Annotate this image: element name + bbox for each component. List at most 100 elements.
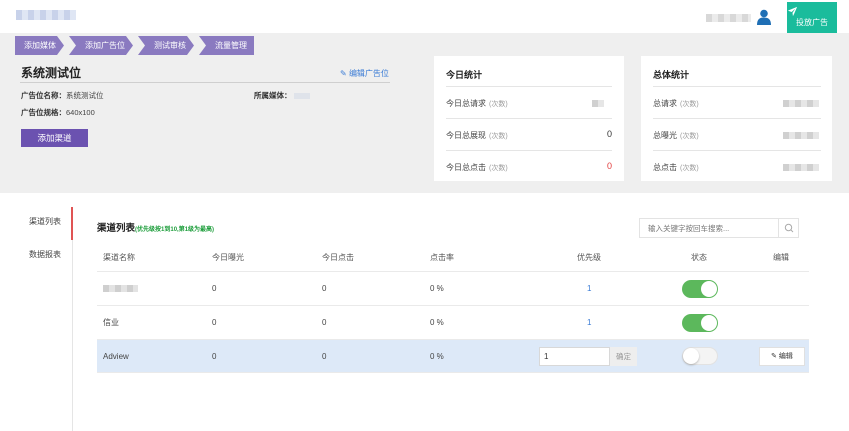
priority-editor: 确定 (539, 340, 637, 372)
today-impressions-label: 今日总展现 (446, 131, 486, 140)
search-input[interactable] (640, 219, 778, 237)
channel-list-title: 渠道列表(优先级按1到10,第1级为最高) (97, 220, 214, 234)
today-clicks-label: 今日总点击 (446, 163, 486, 172)
position-name-value: 系统测试位 (66, 91, 104, 100)
add-channel-button[interactable]: 添加渠道 (21, 129, 88, 147)
divider (653, 118, 821, 119)
paper-plane-icon (787, 6, 798, 17)
edit-position-link[interactable]: ✎ 编辑广告位 (340, 68, 389, 79)
clicks-cell: 0 (322, 284, 327, 293)
step-breadcrumb: 添加媒体 添加广告位 测试审核 流量管理 (15, 36, 259, 55)
clicks-cell: 0 (322, 351, 327, 361)
position-size-row: 广告位规格：640x100 (21, 107, 95, 118)
publish-ad-label: 投放广告 (796, 18, 828, 27)
total-impressions-label: 总曝光 (653, 131, 677, 140)
edit-button[interactable]: ✎ 编辑 (759, 346, 805, 366)
priority-link[interactable]: 1 (587, 306, 591, 339)
edit-position-label: 编辑广告位 (348, 69, 389, 78)
media-row: 所属媒体： (254, 90, 310, 101)
media-label: 所属媒体： (254, 91, 292, 100)
logo[interactable] (16, 10, 76, 20)
media-value (293, 93, 310, 100)
table-row: 信业 0 0 0 % 1 (97, 306, 809, 340)
column-header-status: 状态 (691, 253, 707, 262)
edit-cell: ✎ 编辑 (759, 340, 805, 372)
priority-link[interactable]: 1 (587, 272, 591, 305)
total-stats-card: 总体统计 总请求 (次数) 总曝光 (次数) 总点击 (次数) (641, 56, 832, 181)
top-bar: 投放广告 (0, 0, 849, 33)
impressions-cell: 0 (212, 284, 217, 293)
impressions-cell: 0 (212, 318, 217, 327)
toggle-knob (701, 280, 717, 297)
today-clicks-row: 今日总点击 (次数) (446, 162, 508, 173)
today-stats-card: 今日统计 今日总请求 (次数) 今日总展现 (次数) 0 今日总点击 (次数) 0 (434, 56, 624, 181)
total-impressions-row: 总曝光 (次数) (653, 130, 699, 141)
channel-name (103, 272, 138, 305)
status-toggle[interactable] (682, 347, 718, 365)
step-traffic-management[interactable]: 流量管理 (199, 36, 254, 55)
position-size-value: 640x100 (66, 108, 95, 117)
total-requests-value (783, 100, 819, 107)
user-icon[interactable] (757, 9, 771, 25)
table-row-editing: Adview 0 0 0 % 确定 ✎ 编辑 (97, 340, 809, 373)
position-name-label: 广告位名称： (21, 91, 66, 100)
today-requests-row: 今日总请求 (次数) (446, 98, 508, 109)
total-stats-title: 总体统计 (653, 70, 690, 80)
today-stats-title: 今日统计 (446, 70, 483, 80)
position-name-row: 广告位名称：系统测试位 (21, 90, 104, 101)
divider (446, 150, 612, 151)
divider (72, 240, 73, 431)
pencil-icon: ✎ (340, 69, 347, 78)
channel-list-title-text: 渠道列表 (97, 223, 136, 234)
today-clicks-unit: (次数) (489, 165, 508, 172)
priority-note: (优先级按1到10,第1级为最高) (135, 227, 215, 233)
step-add-ad-position[interactable]: 添加广告位 (69, 36, 133, 55)
channel-name: 信业 (103, 318, 119, 327)
sidenav-item-channel-list[interactable]: 渠道列表 (0, 207, 73, 240)
today-impressions-unit: (次数) (489, 133, 508, 140)
step-test-review[interactable]: 测试审核 (138, 36, 194, 55)
ctr-cell: 0 % (430, 318, 444, 327)
confirm-button[interactable]: 确定 (610, 346, 637, 366)
channel-name-hidden (103, 285, 138, 292)
divider (446, 118, 612, 119)
ctr-cell: 0 % (430, 351, 444, 361)
ctr-cell: 0 % (430, 284, 444, 293)
status-cell (682, 306, 718, 339)
clicks-cell: 0 (322, 318, 327, 327)
total-clicks-unit: (次数) (680, 165, 699, 172)
today-requests-label: 今日总请求 (446, 99, 486, 108)
publish-ad-button[interactable]: 投放广告 (787, 2, 837, 33)
channel-table: 渠道名称 今日曝光 今日点击 点击率 优先级 状态 编辑 0 0 0 % 1 信… (97, 244, 809, 373)
divider (653, 86, 821, 87)
total-requests-unit: (次数) (680, 101, 699, 108)
status-toggle[interactable] (682, 313, 718, 332)
today-requests-unit: (次数) (489, 101, 508, 108)
priority-input[interactable] (539, 346, 610, 366)
step-add-media[interactable]: 添加媒体 (15, 36, 64, 55)
toggle-knob (683, 348, 699, 364)
today-requests-value (592, 100, 604, 107)
side-nav: 渠道列表 数据报表 (0, 207, 73, 273)
total-impressions-value (783, 132, 819, 139)
toggle-knob (701, 314, 717, 331)
status-cell (682, 340, 718, 372)
table-row: 0 0 0 % 1 (97, 272, 809, 306)
column-header-today-impressions: 今日曝光 (212, 253, 244, 262)
total-requests-row: 总请求 (次数) (653, 98, 699, 109)
search-button[interactable] (778, 219, 798, 237)
username (706, 14, 751, 22)
total-clicks-row: 总点击 (次数) (653, 162, 699, 173)
today-impressions-row: 今日总展现 (次数) (446, 130, 508, 141)
sidenav-item-data-report[interactable]: 数据报表 (0, 240, 73, 273)
search-icon (784, 223, 794, 233)
column-header-priority: 优先级 (577, 253, 601, 262)
today-clicks-value: 0 (606, 161, 612, 171)
status-toggle[interactable] (682, 279, 718, 298)
total-impressions-unit: (次数) (680, 133, 699, 140)
column-header-channel-name: 渠道名称 (103, 253, 135, 262)
impressions-cell: 0 (212, 351, 217, 361)
today-impressions-value: 0 (606, 129, 612, 139)
channel-name: Adview (103, 351, 129, 361)
table-header-row: 渠道名称 今日曝光 今日点击 点击率 优先级 状态 编辑 (97, 244, 809, 272)
